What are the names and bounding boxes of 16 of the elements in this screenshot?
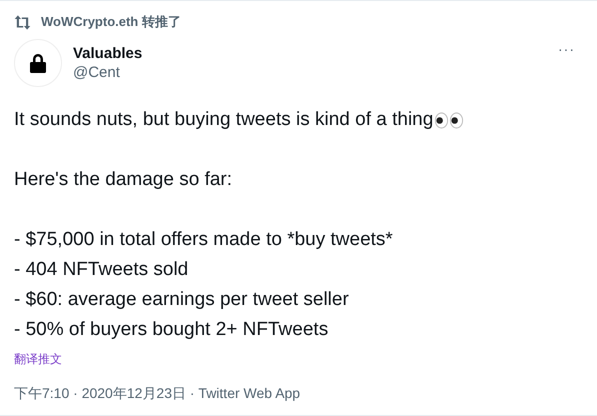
author-handle[interactable]: @Cent: [73, 64, 142, 81]
tweet-text-line: - $60: average earnings per tweet seller: [14, 288, 349, 312]
retweet-icon: [14, 14, 31, 30]
tweet-text-line: It sounds nuts, but buying tweets is kind of a thing: [14, 108, 434, 132]
tweet-text-line: Here's the damage so far:: [14, 168, 232, 192]
avatar[interactable]: [14, 39, 62, 87]
tweet-text-line: - 404 NFTweets sold: [14, 258, 188, 282]
more-button[interactable]: ···: [558, 41, 575, 57]
retweet-label[interactable]: WoWCrypto.eth 转推了: [41, 13, 181, 31]
lock-icon: [28, 52, 48, 74]
translate-link[interactable]: 翻译推文: [14, 351, 62, 368]
eyes-icon: [434, 112, 464, 128]
tweet-timestamp[interactable]: 下午7:10 · 2020年12月23日 · Twitter Web App: [14, 385, 300, 403]
tweet-text-line: - $75,000 in total offers made to *buy tweets*: [14, 228, 393, 252]
author-name[interactable]: Valuables: [73, 45, 142, 62]
tweet-text-line: - 50% of buyers bought 2+ NFTweets: [14, 318, 328, 342]
